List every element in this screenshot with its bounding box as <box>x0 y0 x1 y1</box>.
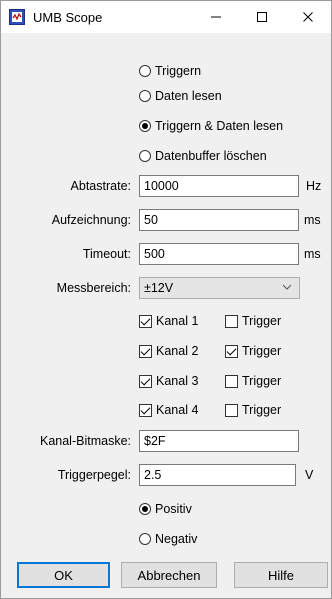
kanal-2-trigger-checkbox[interactable]: Trigger <box>225 343 281 359</box>
messbereich-value: ±12V <box>144 281 174 295</box>
minimize-icon <box>211 16 221 18</box>
radio-daten-lesen[interactable]: Daten lesen <box>139 88 222 104</box>
radio-label: Triggern & Daten lesen <box>155 119 284 133</box>
kanal-4-trigger-checkbox[interactable]: Trigger <box>225 402 281 418</box>
radio-triggern-daten-lesen[interactable]: Triggern & Daten lesen <box>139 118 283 134</box>
kanal-3-trigger-checkbox[interactable]: Trigger <box>225 373 281 389</box>
abtastrate-label: Abtastrate: <box>70 179 131 193</box>
radio-label: Daten lesen <box>155 89 222 103</box>
close-icon <box>303 12 313 22</box>
radio-label: Datenbuffer löschen <box>155 149 267 163</box>
aufzeichnung-input[interactable]: 50 <box>139 209 299 231</box>
scope-app-icon <box>9 9 25 25</box>
checkbox-box <box>139 374 152 388</box>
checkbox-box <box>225 374 238 388</box>
maximize-button[interactable] <box>239 1 285 33</box>
kanal-2-checkbox[interactable]: Kanal 2 <box>139 343 198 359</box>
cancel-button[interactable]: Abbrechen <box>121 562 217 588</box>
radio-label: Positiv <box>155 502 192 516</box>
messbereich-select[interactable]: ±12V <box>139 277 300 299</box>
radio-positiv[interactable]: Positiv <box>139 501 192 517</box>
checkbox-box <box>139 403 152 417</box>
kanal-1-checkbox[interactable]: Kanal 1 <box>139 313 198 329</box>
minimize-button[interactable] <box>193 1 239 33</box>
timeout-label: Timeout: <box>82 247 131 261</box>
messbereich-label: Messbereich: <box>56 281 131 295</box>
dialog-window: UMB Scope Triggern Daten lesen Triggern … <box>0 0 332 599</box>
triggerpegel-input[interactable]: 2.5 <box>139 464 296 486</box>
checkbox-label: Trigger <box>242 403 282 417</box>
window-title: UMB Scope <box>33 10 103 25</box>
radio-label: Negativ <box>155 532 198 546</box>
abtastrate-unit: Hz <box>306 179 322 193</box>
bitmaske-label: Kanal-Bitmaske: <box>39 434 131 448</box>
checkbox-label: Kanal 1 <box>156 314 199 328</box>
kanal-4-checkbox[interactable]: Kanal 4 <box>139 402 198 418</box>
maximize-icon <box>257 12 267 22</box>
abtastrate-input[interactable]: 10000 <box>139 175 299 197</box>
radio-negativ[interactable]: Negativ <box>139 531 197 547</box>
checkbox-label: Kanal 4 <box>156 403 199 417</box>
help-button[interactable]: Hilfe <box>234 562 328 588</box>
radio-datenbuffer-loeschen[interactable]: Datenbuffer löschen <box>139 148 267 164</box>
checkbox-label: Trigger <box>242 314 282 328</box>
triggerpegel-unit: V <box>305 468 314 482</box>
bitmaske-input[interactable]: $2F <box>139 430 299 452</box>
close-button[interactable] <box>285 1 331 33</box>
chevron-down-icon <box>282 281 292 295</box>
title-bar: UMB Scope <box>1 1 331 33</box>
checkbox-box <box>225 314 238 328</box>
timeout-input[interactable]: 500 <box>139 243 299 265</box>
radio-circle <box>139 120 151 132</box>
radio-circle <box>139 65 151 77</box>
checkbox-box <box>225 403 238 417</box>
checkbox-label: Kanal 2 <box>156 344 199 358</box>
checkbox-label: Trigger <box>242 374 282 388</box>
kanal-1-trigger-checkbox[interactable]: Trigger <box>225 313 281 329</box>
checkbox-box <box>139 314 152 328</box>
ok-button[interactable]: OK <box>17 562 110 588</box>
radio-circle <box>139 533 151 545</box>
kanal-3-checkbox[interactable]: Kanal 3 <box>139 373 198 389</box>
radio-circle <box>139 150 151 162</box>
aufzeichnung-unit: ms <box>304 213 321 227</box>
triggerpegel-label: Triggerpegel: <box>57 468 131 482</box>
checkbox-label: Trigger <box>242 344 282 358</box>
checkbox-box <box>225 344 238 358</box>
radio-label: Triggern <box>155 64 202 78</box>
aufzeichnung-label: Aufzeichnung: <box>51 213 131 227</box>
checkbox-label: Kanal 3 <box>156 374 199 388</box>
radio-triggern[interactable]: Triggern <box>139 63 201 79</box>
timeout-unit: ms <box>304 247 321 261</box>
radio-circle <box>139 503 151 515</box>
checkbox-box <box>139 344 152 358</box>
radio-circle <box>139 90 151 102</box>
